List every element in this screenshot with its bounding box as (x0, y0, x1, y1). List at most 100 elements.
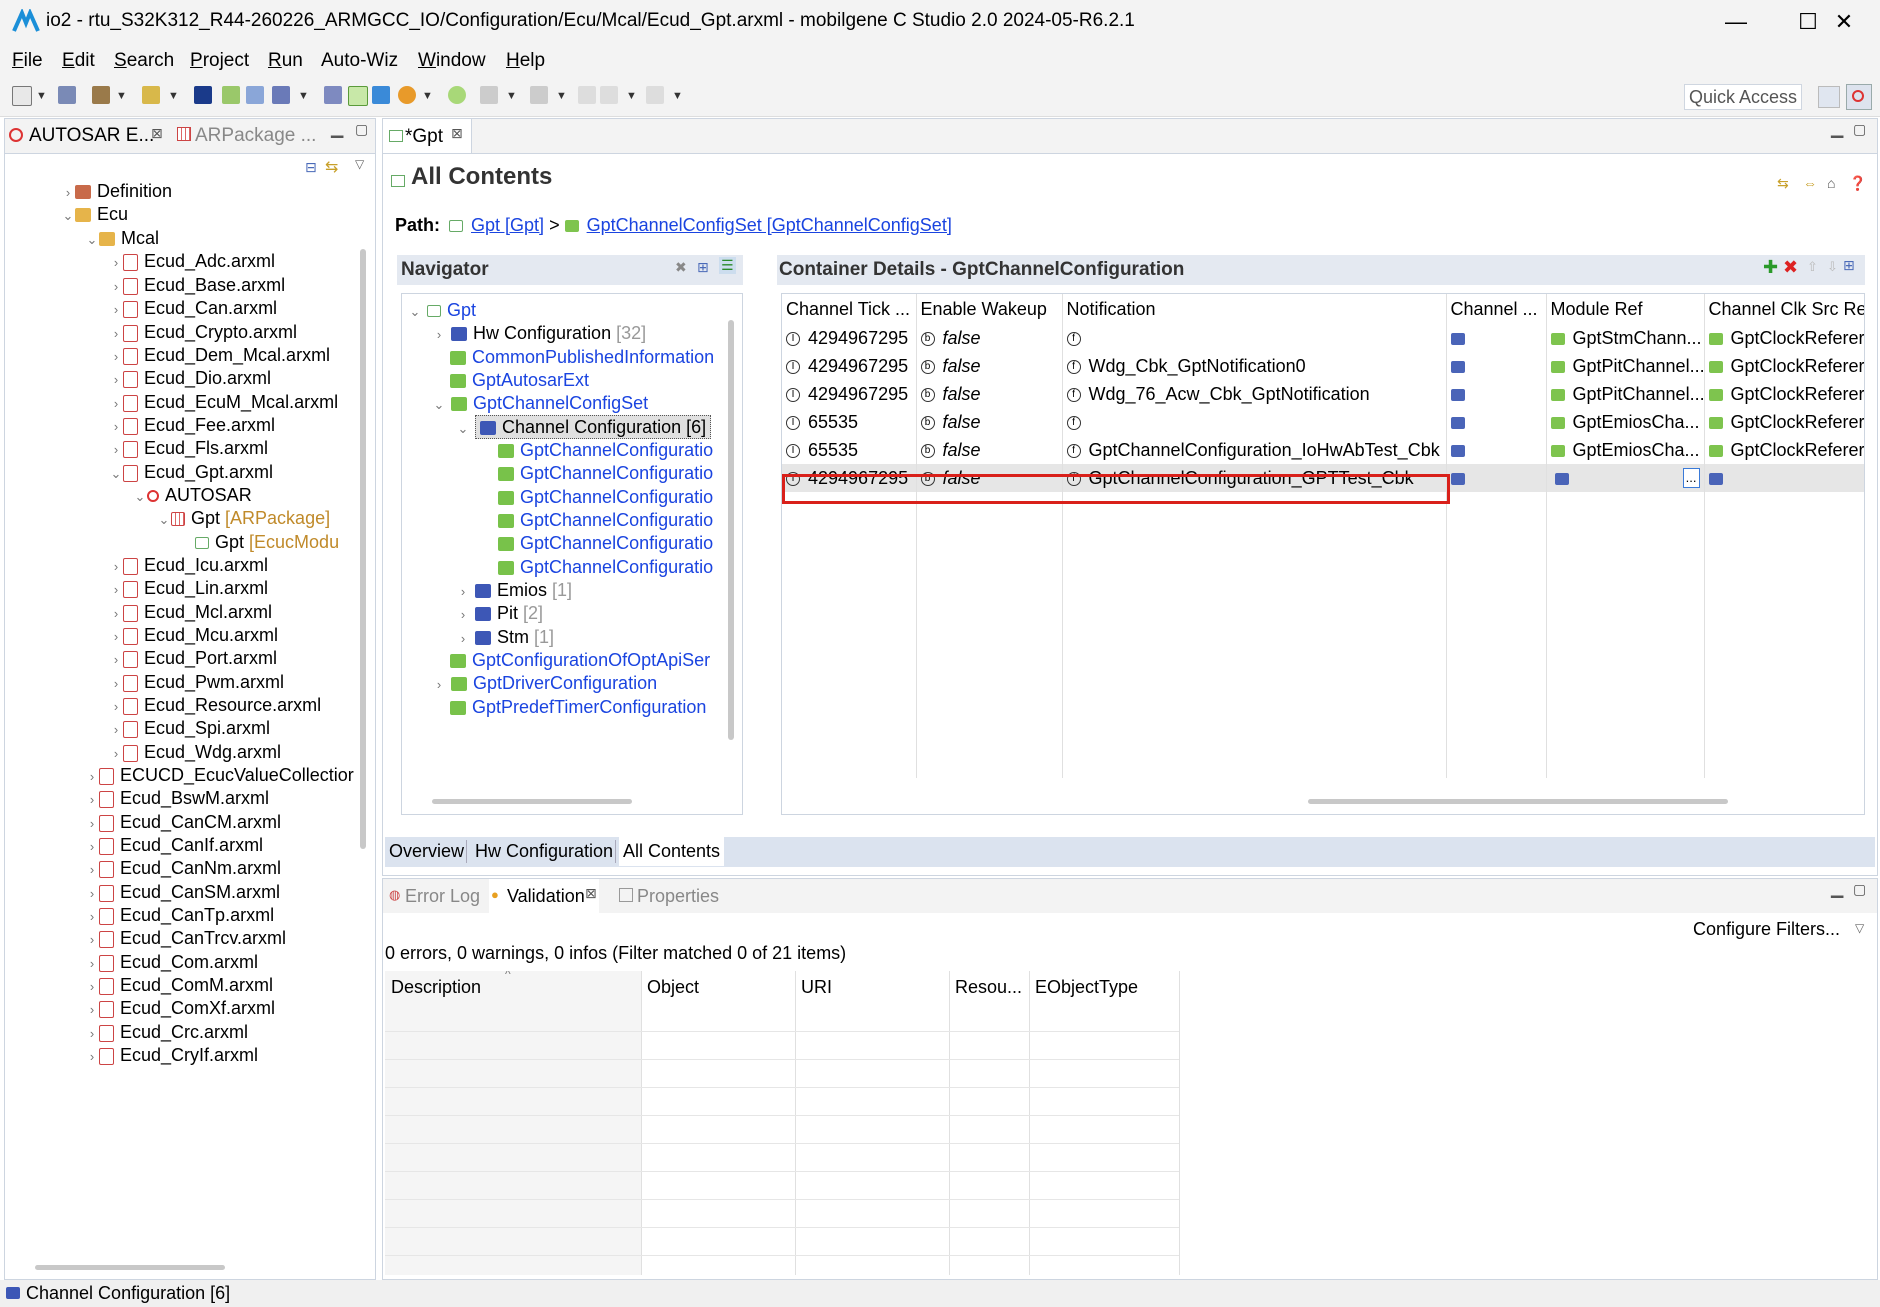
column-description[interactable]: Description (391, 977, 481, 998)
generate-icon[interactable] (324, 86, 342, 104)
browse-button[interactable]: ... (1682, 467, 1700, 488)
menu-window[interactable]: Window (418, 50, 486, 72)
maximize-view-icon[interactable]: ▢ (355, 121, 368, 138)
validate-icon[interactable] (348, 86, 368, 106)
view-menu-icon[interactable]: ▽ (355, 157, 364, 171)
prev-annotation-dropdown-icon[interactable]: ▼ (556, 90, 567, 102)
last-edit-icon[interactable] (578, 86, 596, 104)
menu-project[interactable]: Project (190, 50, 249, 72)
table-row[interactable]: I 4294967295 b false f Wdg_Cbk_GptNotificat… (782, 352, 1864, 380)
link-icon[interactable]: ⇔ (1803, 175, 1817, 191)
tab-error-log[interactable]: Error Log (405, 886, 480, 907)
path-gpt-link[interactable]: Gpt [Gpt] (471, 215, 544, 235)
close-tab-icon[interactable]: ⊠ (585, 885, 597, 902)
new-dropdown-icon[interactable]: ▼ (36, 90, 47, 102)
reference-icon[interactable] (1450, 360, 1465, 373)
explorer-vscrollbar[interactable] (360, 249, 366, 849)
home-icon[interactable]: ⌂ (1827, 175, 1835, 191)
column-eobjecttype[interactable]: EObjectType (1035, 977, 1138, 998)
move-down-icon[interactable]: ⇩ (1827, 259, 1838, 275)
table-row[interactable]: I 65535 b false f GptChannelConfiguration_I… (782, 436, 1864, 464)
column-object[interactable]: Object (647, 977, 699, 998)
column-header[interactable]: Enable Wakeup (916, 294, 1063, 324)
maximize-editor-icon[interactable]: ▢ (1853, 121, 1866, 138)
minimize-view-icon[interactable]: ▁ (1831, 879, 1843, 899)
page-tab-all-contents[interactable]: All Contents (619, 837, 725, 866)
filter-icon[interactable]: ⊞ (697, 259, 709, 276)
forward-icon[interactable] (646, 86, 664, 104)
menu-run[interactable]: Run (268, 50, 303, 72)
list-view-icon[interactable]: ☰ (719, 257, 736, 274)
wand-dropdown-icon[interactable]: ▼ (168, 90, 179, 102)
save-icon[interactable] (58, 86, 76, 104)
build-dropdown-icon[interactable]: ▼ (116, 90, 127, 102)
navigator-vscrollbar[interactable] (728, 320, 734, 740)
column-header[interactable]: Module Ref (1546, 294, 1705, 324)
tab-validation[interactable]: ● Validation ⊠ (489, 879, 599, 913)
prev-annotation-icon[interactable] (530, 86, 548, 104)
add-icon[interactable]: ✚ (1763, 257, 1778, 278)
forward-dropdown-icon[interactable]: ▼ (672, 90, 683, 102)
column-header[interactable]: Channel Clk Src Re (1704, 294, 1864, 324)
reference-icon[interactable] (1708, 472, 1723, 485)
next-annotation-dropdown-icon[interactable]: ▼ (506, 90, 517, 102)
tree-item-file[interactable]: › Ecud_CryIf.arxml (85, 1041, 258, 1069)
close-button[interactable]: ✕ (1808, 0, 1880, 44)
table-row[interactable]: I 4294967295 b false f Wdg_76_Acw_Cbk_GptNo… (782, 380, 1864, 408)
menu-file[interactable]: File (12, 50, 43, 72)
hierarchy-icon[interactable] (246, 86, 264, 104)
link-editor-icon[interactable]: ⇆ (325, 157, 338, 177)
column-resource[interactable]: Resou... (955, 977, 1022, 998)
column-uri[interactable]: URI (801, 977, 832, 998)
sync-icon[interactable]: ⇆ (1777, 175, 1789, 192)
open-perspective-icon[interactable] (1818, 86, 1840, 108)
menu-auto-wiz[interactable]: Auto-Wiz (321, 50, 398, 72)
tab-arpackage[interactable]: ARPackage ... (195, 125, 316, 147)
help-icon[interactable]: ❓ (1849, 175, 1866, 192)
import-icon[interactable] (272, 86, 290, 104)
tab-gpt[interactable]: *Gpt ⊠ (383, 119, 472, 153)
tools-icon[interactable] (372, 86, 390, 104)
warning-icon[interactable] (398, 86, 416, 104)
back-dropdown-icon[interactable]: ▼ (626, 90, 637, 102)
reference-icon[interactable] (1450, 444, 1465, 457)
menu-search[interactable]: Search (114, 50, 174, 72)
autosar-perspective-icon[interactable] (1846, 84, 1872, 110)
run-icon[interactable] (448, 86, 466, 104)
column-header[interactable]: Channel Tick ... (782, 294, 917, 324)
reference-icon[interactable] (1450, 472, 1465, 485)
reference-icon[interactable] (1450, 416, 1465, 429)
configure-filters-link[interactable]: Configure Filters... (1693, 919, 1840, 940)
view-menu-icon[interactable]: ▽ (1855, 921, 1864, 935)
add-node-icon[interactable] (222, 86, 240, 104)
tab-autosar-explorer[interactable]: AUTOSAR E... (29, 125, 154, 147)
text-icon[interactable] (194, 86, 212, 104)
import-dropdown-icon[interactable]: ▼ (298, 90, 309, 102)
build-icon[interactable] (92, 86, 110, 104)
close-tab-icon[interactable]: ⊠ (151, 125, 163, 142)
move-up-icon[interactable]: ⇧ (1807, 259, 1818, 275)
close-tab-icon[interactable]: ⊠ (451, 125, 463, 142)
nav-item-predeftimer[interactable]: GptPredefTimerConfiguration (450, 693, 706, 721)
table-settings-icon[interactable]: ⊞ (1843, 257, 1855, 274)
reference-icon[interactable] (1450, 388, 1465, 401)
table-row[interactable]: I 4294967295 b false f GptStmChann... GptC… (782, 324, 1864, 352)
menu-edit[interactable]: Edit (62, 50, 95, 72)
quick-access-input[interactable]: Quick Access (1684, 84, 1802, 110)
menu-help[interactable]: Help (506, 50, 545, 72)
path-channelconfigset-link[interactable]: GptChannelConfigSet [GptChannelConfigSet… (587, 215, 952, 235)
collapse-all-icon[interactable]: ⊟ (305, 159, 317, 176)
column-header[interactable]: Notification (1062, 294, 1447, 324)
details-hscrollbar[interactable] (1308, 799, 1728, 804)
clear-icon[interactable]: ✖ (675, 259, 687, 276)
column-header[interactable]: Channel ... (1446, 294, 1547, 324)
delete-icon[interactable]: ✖ (1783, 257, 1798, 278)
wand-icon[interactable] (142, 86, 160, 104)
reference-icon[interactable] (1450, 332, 1465, 345)
navigator-hscrollbar[interactable] (432, 799, 632, 804)
maximize-view-icon[interactable]: ▢ (1853, 881, 1866, 898)
minimize-editor-icon[interactable]: ▁ (1831, 119, 1843, 139)
reference-icon[interactable] (1554, 472, 1569, 485)
warning-dropdown-icon[interactable]: ▼ (422, 90, 433, 102)
tab-properties[interactable]: Properties (637, 886, 719, 907)
